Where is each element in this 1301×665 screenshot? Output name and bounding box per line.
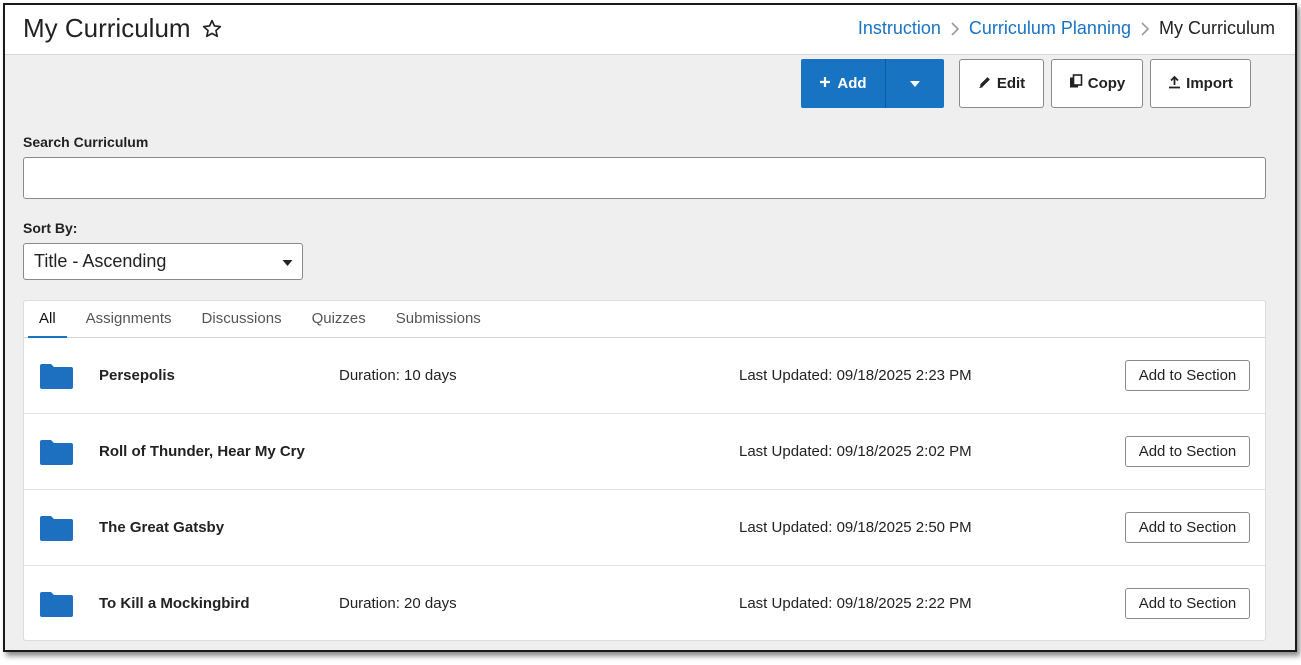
tab-quizzes[interactable]: Quizzes xyxy=(301,301,377,338)
add-dropdown-button[interactable] xyxy=(886,59,944,108)
item-title[interactable]: The Great Gatsby xyxy=(99,519,224,536)
breadcrumb-current: My Curriculum xyxy=(1158,18,1275,38)
add-button[interactable]: Add xyxy=(801,59,886,108)
item-last-updated: Last Updated: 09/18/2025 2:50 PM xyxy=(739,519,972,536)
add-to-section-button[interactable]: Add to Section xyxy=(1125,512,1250,543)
filter-tabs: All Assignments Discussions Quizzes Subm… xyxy=(24,301,1265,338)
upload-icon xyxy=(1168,75,1181,93)
list-item[interactable]: Roll of Thunder, Hear My Cry Last Update… xyxy=(24,414,1265,490)
folder-icon xyxy=(40,439,73,465)
tab-discussions[interactable]: Discussions xyxy=(191,301,293,338)
caret-down-icon xyxy=(282,251,293,272)
sort-select[interactable]: Title - Ascending xyxy=(23,243,303,280)
item-last-updated: Last Updated: 09/18/2025 2:22 PM xyxy=(739,595,972,612)
add-split-button: Add xyxy=(801,59,944,108)
copy-icon xyxy=(1069,74,1083,93)
add-to-section-button[interactable]: Add to Section xyxy=(1125,436,1250,467)
import-button[interactable]: Import xyxy=(1150,59,1251,108)
star-outline-icon[interactable] xyxy=(201,18,223,40)
item-duration: Duration: 10 days xyxy=(339,367,457,384)
item-duration: Duration: 20 days xyxy=(339,595,457,612)
item-title[interactable]: To Kill a Mockingbird xyxy=(99,595,250,612)
pencil-icon xyxy=(978,75,992,93)
list-item[interactable]: Persepolis Duration: 10 days Last Update… xyxy=(24,338,1265,414)
copy-button-label: Copy xyxy=(1087,75,1126,92)
item-last-updated: Last Updated: 09/18/2025 2:23 PM xyxy=(739,367,972,384)
sort-select-value: Title - Ascending xyxy=(34,251,167,271)
add-button-label: Add xyxy=(837,75,867,92)
app-window: My Curriculum Instruction Curriculum Pla… xyxy=(3,3,1297,652)
page-title-container: My Curriculum xyxy=(23,13,223,44)
add-to-section-button[interactable]: Add to Section xyxy=(1125,588,1250,619)
chevron-right-icon xyxy=(1140,21,1150,36)
item-title[interactable]: Roll of Thunder, Hear My Cry xyxy=(99,443,305,460)
item-title[interactable]: Persepolis xyxy=(99,367,175,384)
page-header: My Curriculum Instruction Curriculum Pla… xyxy=(5,5,1295,55)
import-button-label: Import xyxy=(1186,75,1233,92)
search-input[interactable] xyxy=(23,157,1266,199)
caret-down-icon xyxy=(909,75,921,93)
folder-icon xyxy=(40,363,73,389)
copy-button[interactable]: Copy xyxy=(1051,59,1143,108)
sort-label: Sort By: xyxy=(23,220,78,236)
search-label: Search Curriculum xyxy=(23,134,149,150)
folder-icon xyxy=(40,591,73,617)
curriculum-panel: All Assignments Discussions Quizzes Subm… xyxy=(23,300,1266,641)
list-item[interactable]: The Great Gatsby Last Updated: 09/18/202… xyxy=(24,490,1265,566)
item-last-updated: Last Updated: 09/18/2025 2:02 PM xyxy=(739,443,972,460)
list-item[interactable]: To Kill a Mockingbird Duration: 20 days … xyxy=(24,566,1265,642)
folder-icon xyxy=(40,515,73,541)
plus-icon xyxy=(819,75,831,92)
page-title: My Curriculum xyxy=(23,13,191,43)
add-to-section-button[interactable]: Add to Section xyxy=(1125,360,1250,391)
edit-button[interactable]: Edit xyxy=(959,59,1044,108)
edit-button-label: Edit xyxy=(996,75,1026,92)
breadcrumb: Instruction Curriculum Planning My Curri… xyxy=(858,18,1275,39)
tab-all[interactable]: All xyxy=(28,301,67,338)
breadcrumb-curriculum-planning[interactable]: Curriculum Planning xyxy=(969,18,1131,39)
chevron-right-icon xyxy=(950,21,960,36)
tab-assignments[interactable]: Assignments xyxy=(75,301,183,338)
tab-submissions[interactable]: Submissions xyxy=(385,301,492,338)
breadcrumb-instruction[interactable]: Instruction xyxy=(858,18,941,39)
